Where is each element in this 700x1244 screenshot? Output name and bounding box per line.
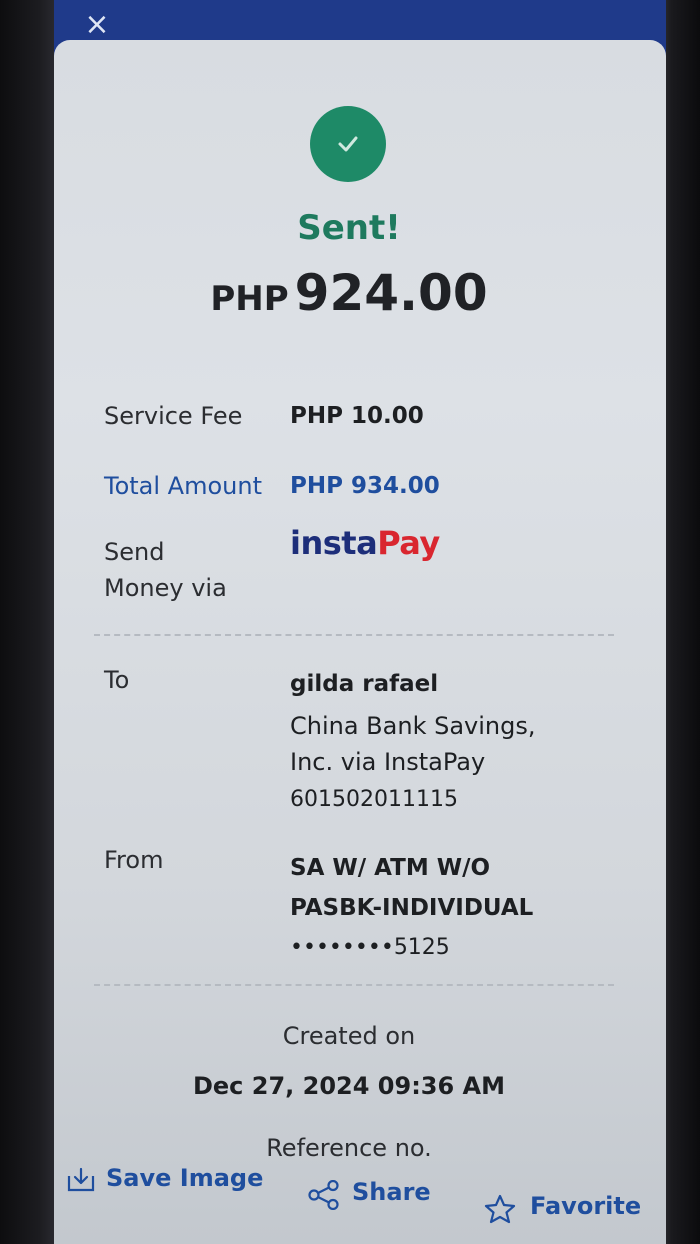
- share-button[interactable]: Share: [308, 1178, 448, 1212]
- instapay-logo-insta: insta: [290, 524, 378, 562]
- instapay-logo-pay: Pay: [377, 524, 440, 562]
- download-icon: [67, 1167, 95, 1192]
- star-icon: [484, 1194, 516, 1224]
- send-via-label-line2: Money via: [104, 574, 227, 602]
- amount-value: 924.00: [294, 264, 488, 322]
- from-account-masked: ••••••••5125: [290, 935, 450, 960]
- sent-amount: PHP 924.00: [54, 264, 644, 322]
- to-label: To: [104, 666, 130, 694]
- favorite-button[interactable]: Favorite: [484, 1192, 654, 1226]
- send-via-label-line1: Send: [104, 538, 165, 566]
- recipient-account-number: 601502011115: [290, 787, 458, 812]
- save-image-button[interactable]: Save Image: [66, 1164, 266, 1198]
- recipient-bank-line1: China Bank Savings,: [290, 712, 536, 740]
- recipient-name: gilda rafael: [290, 671, 439, 697]
- divider: [94, 984, 614, 986]
- favorite-label: Favorite: [530, 1192, 642, 1220]
- total-amount-value: PHP 934.00: [290, 473, 440, 499]
- bottom-action-bar: Save Image Share Favorite: [54, 1150, 666, 1244]
- from-label: From: [104, 846, 164, 874]
- phone-screen: × Sent! PHP 924.00 Service Fee PHP 10.00 …: [54, 0, 666, 1244]
- created-on-label: Created on: [282, 1022, 416, 1050]
- device-bezel-right: [664, 0, 700, 1244]
- save-image-label: Save Image: [106, 1164, 264, 1192]
- total-amount-label: Total Amount: [104, 472, 262, 500]
- service-fee-value: PHP 10.00: [290, 403, 424, 429]
- from-account-type-line1: SA W/ ATM W/O: [290, 855, 491, 881]
- share-label: Share: [352, 1178, 431, 1206]
- receipt-sheet: Sent! PHP 924.00 Service Fee PHP 10.00 To…: [54, 40, 666, 1244]
- created-on-value: Dec 27, 2024 09:36 AM: [192, 1072, 505, 1100]
- status-title: Sent!: [297, 208, 401, 248]
- from-account-type-line2: PASBK-INDIVIDUAL: [290, 895, 534, 921]
- service-fee-label: Service Fee: [104, 402, 243, 430]
- device-bezel-left: [0, 0, 56, 1244]
- share-icon: [308, 1180, 339, 1210]
- amount-currency: PHP: [210, 279, 289, 319]
- instapay-logo: instaPay: [290, 524, 440, 562]
- success-check-icon: [310, 106, 386, 182]
- recipient-bank-line2: Inc. via InstaPay: [290, 748, 486, 776]
- close-button[interactable]: ×: [80, 8, 114, 42]
- divider: [94, 634, 614, 636]
